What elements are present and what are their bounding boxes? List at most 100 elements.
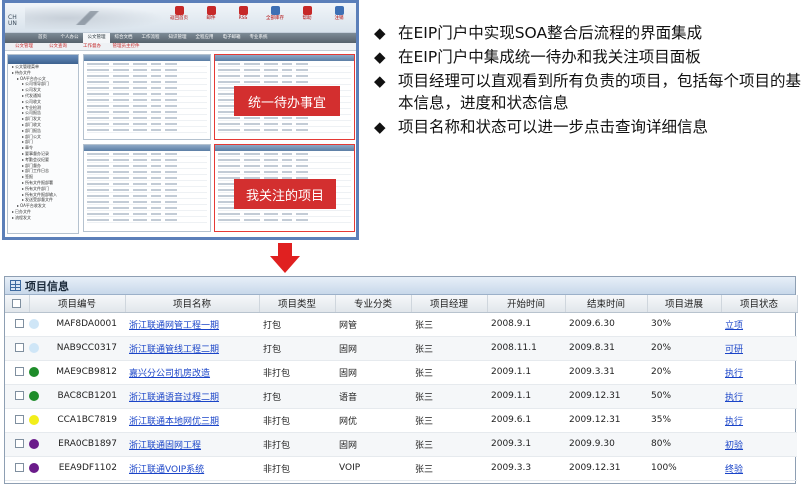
tree-item-label: 代发通知: [25, 92, 42, 98]
row-select-cell: [5, 456, 29, 481]
row-select-cell: [5, 408, 29, 433]
select-all-header[interactable]: [5, 295, 30, 313]
tree-item-label: 部门工作日志: [25, 168, 50, 174]
status-dot-cell: BAC8CB1201: [29, 384, 125, 409]
start-date: 2009.6.1: [487, 408, 565, 433]
placeholder-text: [87, 183, 109, 185]
row-checkbox[interactable]: [14, 415, 24, 424]
placeholder-text: [113, 75, 129, 77]
placeholder-text: [264, 159, 278, 161]
main-nav-tab[interactable]: 工作流程: [137, 33, 164, 43]
project-type: 非打包: [259, 360, 335, 385]
table-row: MAE9CB9812 嘉兴分公司机房改造 非打包 固网 张三 2009.1.1 2009.3…: [5, 360, 797, 385]
main-nav-tab[interactable]: 个人办公: [56, 33, 83, 43]
placeholder-text: [113, 123, 129, 125]
top-bar-icon: [206, 6, 216, 15]
placeholder-text: [133, 213, 147, 215]
bullet-text: 项目经理可以直观看到所有负责的项目，包括每个项目的基本信息，进度和状态信息: [398, 72, 802, 112]
bullet-text: 项目名称和状态可以进一步点击查询详细信息: [398, 118, 709, 136]
sub-nav-link[interactable]: 管理员主控件: [109, 43, 143, 50]
top-icon-button[interactable]: 帮助: [292, 4, 322, 21]
row-checkbox[interactable]: [14, 367, 24, 376]
placeholder-text: [165, 159, 177, 161]
placeholder-text: [244, 123, 260, 125]
tree-node-icon: ▸: [12, 208, 15, 214]
placeholder-text: [244, 63, 260, 65]
placeholder-text: [133, 207, 147, 209]
top-icon-button[interactable]: 全部库存: [260, 4, 290, 21]
placeholder-text: [133, 201, 147, 203]
top-icon-button[interactable]: 邮件: [196, 4, 226, 21]
placeholder-text: [218, 81, 240, 83]
main-nav-tab[interactable]: 首页: [29, 33, 56, 43]
placeholder-text: [165, 63, 177, 65]
table-row: EEA9DF1102 浙江联通VOIP系统 非打包 VOIP 张三 2009.3.3 200…: [5, 456, 797, 481]
project-name-link[interactable]: 浙江联通语音过程二期: [129, 393, 219, 403]
project-name-link[interactable]: 浙江联通VOIP系统: [129, 465, 204, 475]
main-nav-tab[interactable]: 知识管理: [164, 33, 191, 43]
placeholder-text: [151, 81, 161, 83]
bullet-text: 在EIP门户中集成统一待办和我关注项目面板: [398, 48, 701, 66]
project-status-link[interactable]: 执行: [725, 369, 743, 379]
placeholder-text: [133, 99, 147, 101]
project-name-link[interactable]: 浙江联通管线工程二期: [129, 345, 219, 355]
start-date: 2009.1.1: [487, 360, 565, 385]
main-nav-tab[interactable]: 全程应用: [191, 33, 218, 43]
project-category: VOIP: [335, 456, 411, 481]
status-dot-icon: [29, 463, 39, 473]
main-nav-tab[interactable]: 公文管理: [83, 33, 110, 43]
project-status-link[interactable]: 执行: [725, 393, 743, 403]
project-name-link[interactable]: 浙江联通本地网优三期: [129, 417, 219, 427]
project-code: MAF8DA0001: [56, 319, 117, 329]
sub-nav-link[interactable]: 公文管理: [7, 43, 41, 50]
tree-item-label: 签报: [25, 174, 34, 180]
top-icon-button[interactable]: 注销: [324, 4, 354, 21]
top-icon-button[interactable]: 返回首页: [164, 4, 194, 21]
placeholder-text: [87, 219, 109, 221]
top-icon-button[interactable]: RSS: [228, 4, 258, 21]
project-panel-title-bar: 项目信息: [5, 277, 795, 295]
row-select-cell: [5, 384, 29, 409]
placeholder-text: [133, 105, 147, 107]
placeholder-text: [165, 165, 177, 167]
tree-node-icon: ▸: [22, 191, 25, 197]
status-dot-cell: EEA9DF1102: [29, 456, 125, 481]
project-progress: 80%: [647, 432, 721, 457]
row-checkbox[interactable]: [14, 391, 24, 400]
tree-item-label: 部门收文: [25, 121, 42, 127]
placeholder-text: [151, 105, 161, 107]
pane-row: [87, 217, 207, 223]
project-status-link[interactable]: 初验: [725, 441, 743, 451]
project-type: 非打包: [259, 408, 335, 433]
placeholder-text: [244, 219, 260, 221]
sub-nav-link[interactable]: 工作督办: [75, 43, 109, 50]
project-status-link[interactable]: 终验: [725, 465, 743, 475]
project-status-link[interactable]: 立项: [725, 321, 743, 331]
project-name-link[interactable]: 浙江联通固网工程: [129, 441, 201, 451]
tree-item[interactable]: ▸流程发文: [12, 215, 78, 221]
placeholder-text: [113, 207, 129, 209]
main-nav-tab[interactable]: 专业系统: [245, 33, 272, 43]
project-name-cell: 浙江联通管线工程二期: [125, 336, 259, 361]
project-status-link[interactable]: 执行: [725, 417, 743, 427]
project-status-link[interactable]: 可研: [725, 345, 743, 355]
row-checkbox[interactable]: [14, 343, 24, 352]
select-all-checkbox[interactable]: [12, 298, 22, 308]
pane-row: [218, 217, 351, 223]
portal-header: CH UN 返回首页 邮件 RSS 全部库存 帮助 注销: [5, 3, 356, 33]
project-name-cell: 浙江联通本地网优三期: [125, 408, 259, 433]
project-name-cell: 浙江联通网管工程一期: [125, 312, 259, 337]
project-type: 非打包: [259, 432, 335, 457]
row-checkbox[interactable]: [14, 439, 24, 448]
main-nav-tab[interactable]: 综合文档: [110, 33, 137, 43]
top-icon-label: 帮助: [302, 16, 312, 21]
project-name-link[interactable]: 嘉兴分公司机房改造: [129, 369, 210, 379]
row-checkbox[interactable]: [14, 319, 24, 328]
main-nav-tab[interactable]: 电子邮箱: [218, 33, 245, 43]
sub-nav-link[interactable]: 公文查询: [41, 43, 75, 50]
row-checkbox[interactable]: [14, 463, 24, 472]
project-name-link[interactable]: 浙江联通网管工程一期: [129, 321, 219, 331]
project-progress: 20%: [647, 336, 721, 361]
project-status-cell: 初验: [721, 432, 797, 457]
tree-node-icon: ▸: [12, 214, 15, 220]
